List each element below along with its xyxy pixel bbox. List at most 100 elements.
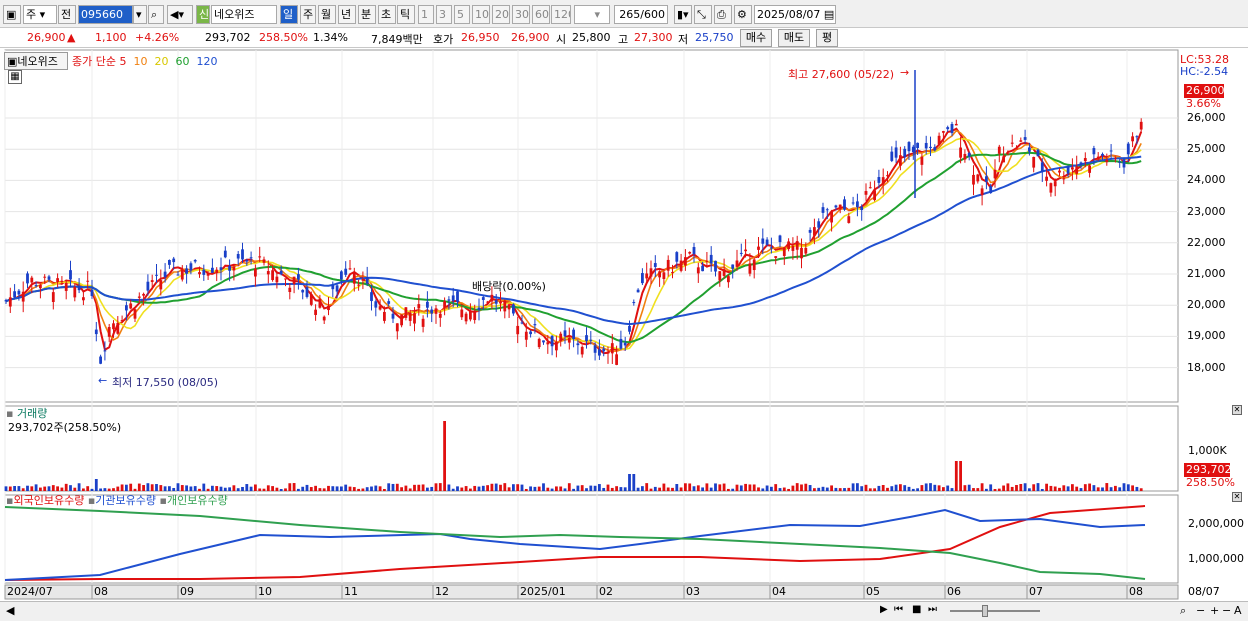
candle-type-icon[interactable]: ▮▾: [674, 5, 692, 24]
gear-icon[interactable]: ⚙: [734, 5, 752, 24]
interval-20[interactable]: 20: [492, 5, 510, 24]
calculator-icon[interactable]: ▦: [8, 70, 22, 84]
candle-body: [155, 274, 158, 276]
close-volume-icon[interactable]: ✕: [1232, 405, 1242, 415]
volume-bar: [761, 488, 765, 491]
volume-bar: [877, 485, 881, 491]
candle-body: [877, 177, 881, 183]
crosshair-icon[interactable]: ⤡: [694, 5, 712, 24]
custom-interval-select[interactable]: ▾: [574, 5, 610, 24]
candle-body: [494, 300, 498, 304]
date-input[interactable]: 2025/08/07 ▤: [754, 5, 836, 24]
candle-body: [598, 349, 601, 356]
low-price: 25,750: [695, 31, 734, 44]
candle-body: [322, 316, 326, 321]
candle-body: [275, 276, 279, 283]
volume-bar: [825, 487, 829, 491]
evaluate-button[interactable]: 평: [816, 29, 838, 47]
period-tick-tab[interactable]: 틱: [397, 5, 415, 24]
period-day-tab[interactable]: 일: [280, 5, 298, 24]
stock-code-input[interactable]: 095660: [78, 5, 133, 24]
candle-body: [705, 260, 709, 262]
volume-bar: [340, 486, 343, 491]
candle-body: [516, 325, 520, 335]
volume-bar: [507, 487, 511, 491]
period-year-tab[interactable]: 년: [338, 5, 356, 24]
zoom-slider-track[interactable]: [950, 610, 1040, 612]
period-minute-tab[interactable]: 분: [358, 5, 376, 24]
layout-icon[interactable]: ▣: [3, 5, 21, 24]
count-input[interactable]: 265/600: [614, 5, 668, 24]
stock-chart: [4, 49, 1179, 600]
type-select[interactable]: 주 ▾: [23, 5, 57, 24]
period-week-tab[interactable]: 주: [300, 5, 316, 24]
zoom-search-icon[interactable]: ⌕: [1180, 604, 1186, 618]
date-value: 2025/08/07: [757, 8, 821, 21]
volume-value: 293,702: [205, 31, 251, 44]
volume-bar: [546, 487, 550, 491]
volume-panel-frame: [4, 405, 1179, 492]
period-month-tab[interactable]: 월: [318, 5, 336, 24]
volume-bar: [598, 484, 601, 491]
minus-icon[interactable]: −: [1222, 604, 1231, 617]
candle-body: [236, 253, 240, 259]
sell-button[interactable]: 매도: [778, 29, 810, 47]
volume-bar: [727, 488, 730, 491]
candle-body: [997, 146, 1001, 154]
search-icon[interactable]: ⌕: [148, 5, 164, 24]
stop-icon[interactable]: ■: [912, 604, 921, 615]
candle-body: [684, 257, 687, 266]
zoom-out-icon[interactable]: −: [1196, 604, 1205, 617]
volume-bar: [404, 485, 408, 491]
candle-body: [903, 148, 907, 158]
font-size-icon[interactable]: A: [1234, 604, 1242, 617]
buy-button[interactable]: 매수: [740, 29, 772, 47]
candle-body: [572, 329, 575, 340]
volume-bar: [1105, 483, 1109, 491]
scroll-first-icon[interactable]: ⏮: [894, 604, 903, 615]
close-holding-icon[interactable]: ✕: [1232, 492, 1242, 502]
candle-body: [709, 254, 713, 264]
candle-body: [542, 340, 545, 343]
candle-body: [1066, 166, 1070, 174]
interval-60[interactable]: 60: [532, 5, 550, 24]
open-label: 시: [556, 33, 567, 46]
zoom-slider-handle[interactable]: [982, 605, 988, 617]
candle-body: [26, 273, 29, 284]
candle-body: [739, 252, 743, 254]
volume-bar: [550, 488, 554, 491]
candle-body: [99, 356, 102, 364]
scroll-left-icon[interactable]: ◀: [6, 604, 14, 617]
volume-bar: [963, 485, 967, 491]
volume-bar: [989, 484, 993, 491]
volume-bar: [722, 483, 726, 491]
volume-bar: [241, 486, 244, 491]
prev-button[interactable]: 전: [58, 5, 76, 24]
candle-body: [662, 272, 666, 280]
bottom-scrollbar[interactable]: ◀ ▶ ⏮ ■ ⏭ ⌕ − + − A: [0, 601, 1248, 621]
interval-3[interactable]: 3: [436, 5, 452, 24]
price-panel-tag[interactable]: ▣네오위즈: [4, 52, 68, 70]
last-price-pct: 3.66%: [1186, 97, 1221, 110]
volume-bar: [168, 486, 171, 491]
period-second-tab[interactable]: 초: [378, 5, 396, 24]
candle-body: [1053, 181, 1057, 187]
candle-body: [782, 247, 786, 256]
price-y-tick: 22,000: [1187, 235, 1226, 249]
interval-10[interactable]: 10: [472, 5, 490, 24]
interval-5[interactable]: 5: [454, 5, 470, 24]
speaker-icon[interactable]: ◀▾: [167, 5, 193, 24]
print-icon[interactable]: ⎙: [714, 5, 732, 24]
candle-body: [365, 277, 369, 284]
interval-30[interactable]: 30: [512, 5, 530, 24]
candle-body: [838, 204, 842, 210]
interval-120[interactable]: 120: [551, 5, 571, 24]
scroll-last-icon[interactable]: ⏭: [928, 604, 937, 615]
candle-body: [1075, 166, 1079, 174]
volume-bar: [804, 483, 808, 491]
volume-bar: [499, 484, 502, 491]
scroll-right-icon[interactable]: ▶: [880, 604, 888, 615]
code-dropdown-icon[interactable]: ▾: [133, 5, 147, 24]
zoom-in-icon[interactable]: +: [1210, 604, 1219, 617]
interval-1[interactable]: 1: [418, 5, 434, 24]
